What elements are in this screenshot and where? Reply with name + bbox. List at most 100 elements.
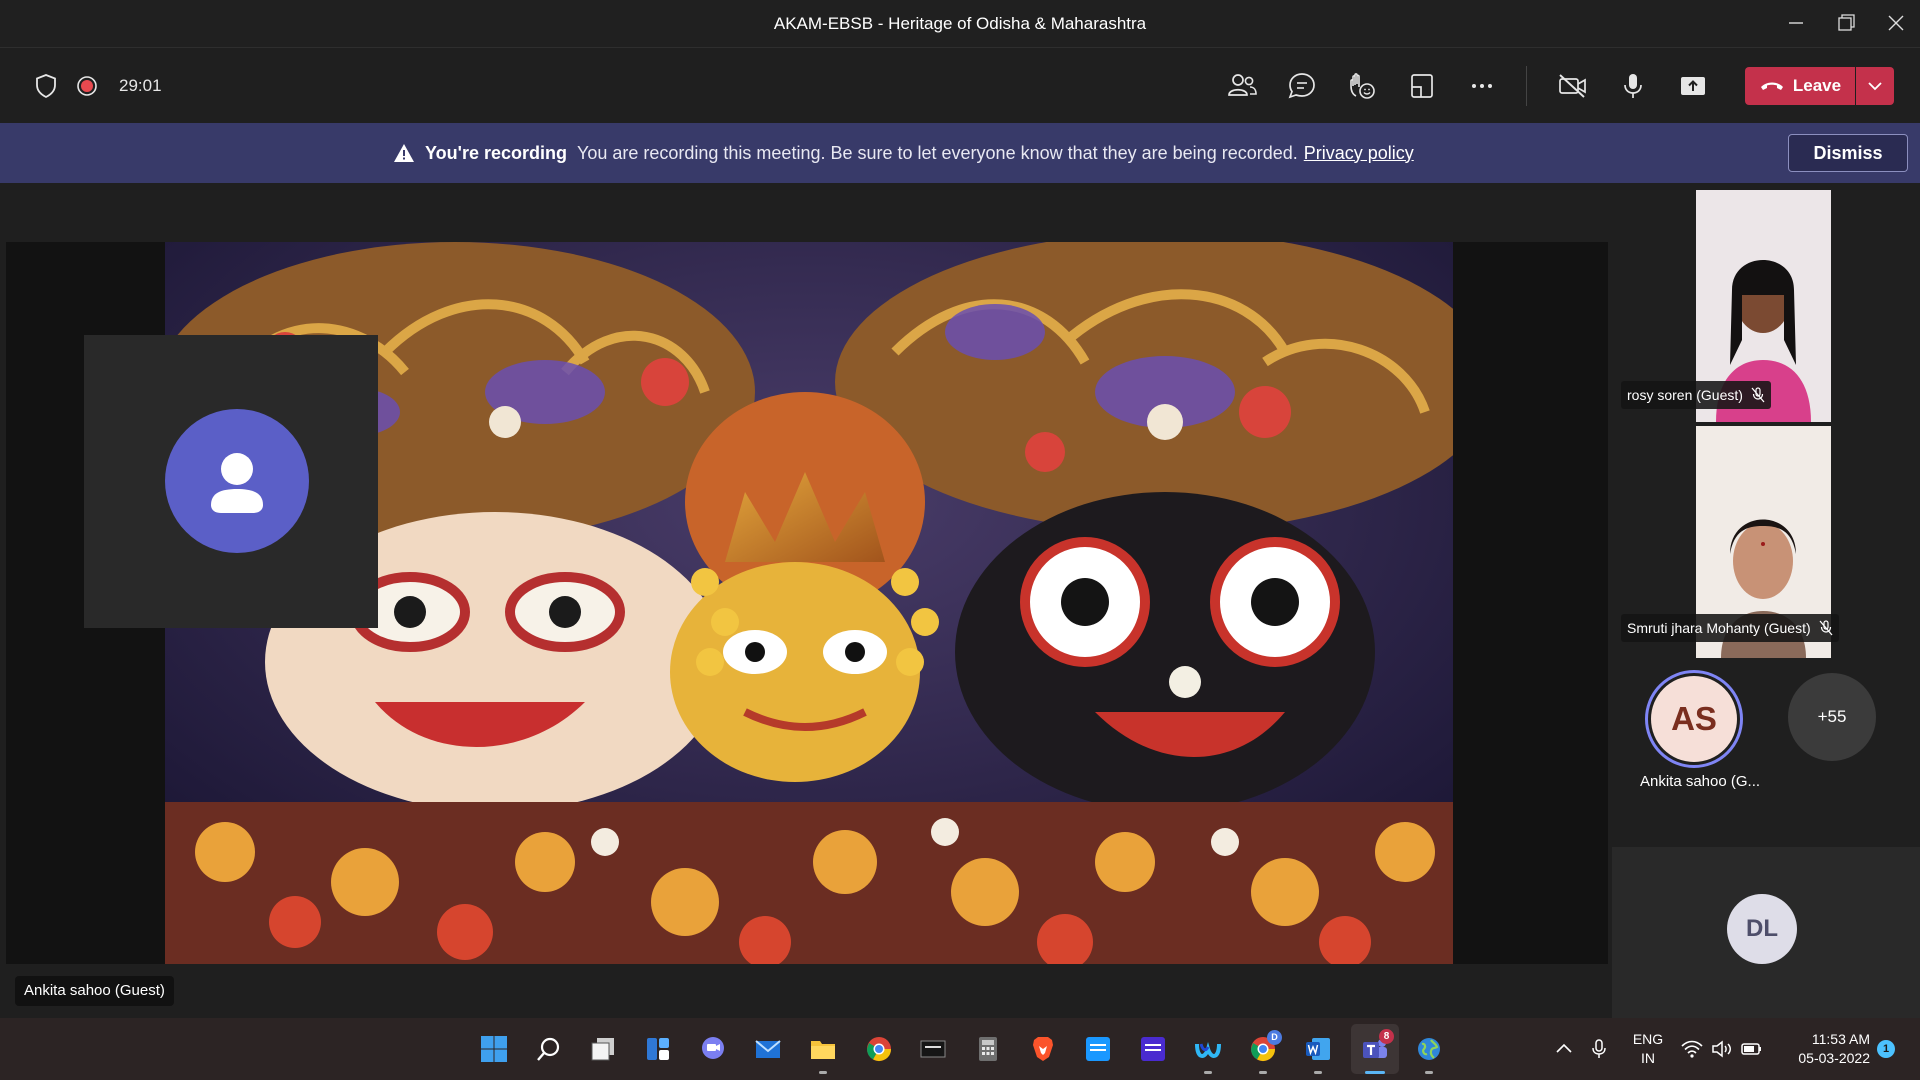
presenter-video-tile[interactable] — [84, 335, 378, 628]
windows-icon — [481, 1036, 507, 1062]
clock-time: 11:53 AM — [1811, 1031, 1870, 1047]
participant-label: Smruti jhara Mohanty (Guest) — [1627, 620, 1811, 636]
chevron-up-icon — [1556, 1043, 1572, 1053]
teams-chat-icon — [702, 1037, 724, 1059]
recording-banner: You're recording You are recording this … — [0, 123, 1920, 183]
amazon-music-button[interactable] — [1130, 1029, 1176, 1069]
leave-button[interactable]: Leave — [1745, 67, 1855, 105]
volume-icon — [1712, 1040, 1731, 1058]
meeting-timer: 29:01 — [119, 76, 162, 95]
restore-icon — [1838, 14, 1855, 31]
maps-button[interactable] — [1406, 1029, 1452, 1069]
more-actions-button[interactable] — [1465, 69, 1499, 103]
share-content-button[interactable] — [1676, 69, 1710, 103]
clock-button[interactable]: 11:53 AM 05-03-2022 — [1776, 1030, 1870, 1070]
battery-charging-icon — [1741, 1043, 1761, 1055]
share-screen-icon — [1681, 77, 1705, 95]
leave-label: Leave — [1792, 76, 1842, 95]
taskbar: D 8 ENG IN 11:53 AM 05-03-2022 1 — [0, 1018, 1920, 1080]
rooms-button[interactable] — [1405, 69, 1439, 103]
running-indicator — [819, 1071, 827, 1074]
search-button[interactable] — [526, 1029, 572, 1069]
minimize-icon — [1789, 22, 1803, 24]
close-window-button[interactable] — [1871, 12, 1920, 36]
region-code: IN — [1641, 1050, 1655, 1066]
person-icon — [211, 453, 263, 513]
running-indicator — [1259, 1071, 1267, 1074]
chrome-button[interactable] — [856, 1029, 902, 1069]
running-indicator — [1204, 1071, 1212, 1074]
close-icon — [1888, 15, 1904, 31]
task-view-icon — [591, 1038, 614, 1061]
mail-app-button[interactable] — [745, 1029, 791, 1069]
participant-name-smruti: Smruti jhara Mohanty (Guest) — [1621, 614, 1839, 642]
microphone-tray-button[interactable] — [1587, 1037, 1611, 1061]
globe-icon — [1418, 1038, 1440, 1060]
media-app-icon — [920, 1040, 946, 1058]
chevron-down-icon — [1868, 82, 1882, 91]
hang-up-icon — [1760, 82, 1783, 90]
avatar-initials: AS — [1651, 676, 1737, 762]
meeting-info-button[interactable] — [32, 72, 60, 100]
brave-button[interactable] — [1020, 1029, 1066, 1069]
recording-dot-icon — [77, 76, 97, 96]
widgets-icon — [647, 1038, 669, 1060]
language-code: ENG — [1632, 1031, 1664, 1047]
mic-toggle-button[interactable] — [1616, 69, 1650, 103]
leave-options-button[interactable] — [1856, 67, 1894, 105]
webex-button[interactable] — [1185, 1029, 1231, 1069]
window-title: AKAM-EBSB - Heritage of Odisha & Maharas… — [773, 14, 1147, 33]
microphone-icon — [1592, 1039, 1606, 1058]
amazon-music-icon — [1141, 1037, 1165, 1061]
chrome-profile-badge: D — [1267, 1030, 1282, 1045]
start-button[interactable] — [471, 1029, 517, 1069]
main-stage — [6, 242, 1608, 964]
mail-icon — [755, 1040, 781, 1058]
movies-tv-button[interactable] — [910, 1029, 956, 1069]
file-explorer-button[interactable] — [800, 1029, 846, 1069]
participant-label: Ankita sahoo (G... — [1639, 773, 1761, 790]
prime-video-icon — [1086, 1037, 1110, 1061]
search-icon — [537, 1037, 560, 1061]
privacy-policy-link[interactable]: Privacy policy — [1304, 143, 1414, 164]
task-view-button[interactable] — [580, 1029, 626, 1069]
restore-button[interactable] — [1821, 12, 1871, 36]
calculator-icon — [979, 1037, 997, 1061]
input-language-button[interactable]: ENG IN — [1624, 1030, 1672, 1070]
camera-off-icon — [1559, 74, 1586, 98]
title-bar: AKAM-EBSB - Heritage of Odisha & Maharas… — [0, 0, 1920, 48]
calculator-button[interactable] — [965, 1029, 1011, 1069]
running-indicator — [1314, 1071, 1322, 1074]
dismiss-button[interactable]: Dismiss — [1788, 134, 1908, 172]
participant-tile-dl[interactable]: DL — [1612, 847, 1920, 1018]
participant-name-rosy: rosy soren (Guest) — [1621, 381, 1771, 409]
quick-settings-button[interactable] — [1680, 1036, 1764, 1062]
chat-app-button[interactable] — [690, 1029, 736, 1069]
word-button[interactable] — [1295, 1029, 1341, 1069]
active-app-indicator — [1365, 1071, 1385, 1074]
teams-notification-badge: 8 — [1379, 1029, 1394, 1044]
word-icon — [1306, 1038, 1330, 1060]
recording-indicator — [76, 75, 98, 97]
chat-icon — [1288, 73, 1315, 99]
prime-video-button[interactable] — [1075, 1029, 1121, 1069]
folder-icon — [811, 1041, 835, 1059]
participant-label: rosy soren (Guest) — [1627, 387, 1743, 403]
camera-toggle-button[interactable] — [1555, 69, 1591, 103]
raise-hand-icon — [1350, 73, 1375, 99]
people-button[interactable] — [1225, 69, 1259, 103]
reactions-button[interactable] — [1345, 69, 1379, 103]
more-participants-button[interactable]: +55 — [1788, 673, 1876, 761]
participant-tile-ankita[interactable]: AS Ankita sahoo (G... +55 — [1612, 667, 1920, 833]
chat-button[interactable] — [1285, 69, 1319, 103]
show-hidden-icons-button[interactable] — [1552, 1038, 1576, 1060]
wifi-icon — [1681, 1040, 1703, 1058]
notification-center-button[interactable]: 1 — [1877, 1040, 1895, 1058]
widgets-button[interactable] — [635, 1029, 681, 1069]
minimize-button[interactable] — [1771, 12, 1821, 36]
control-divider — [1526, 66, 1527, 106]
brave-icon — [1033, 1037, 1053, 1061]
more-icon — [1472, 84, 1492, 88]
mic-muted-icon — [1751, 387, 1765, 403]
teams-meeting-window: AKAM-EBSB - Heritage of Odisha & Maharas… — [0, 0, 1920, 1080]
